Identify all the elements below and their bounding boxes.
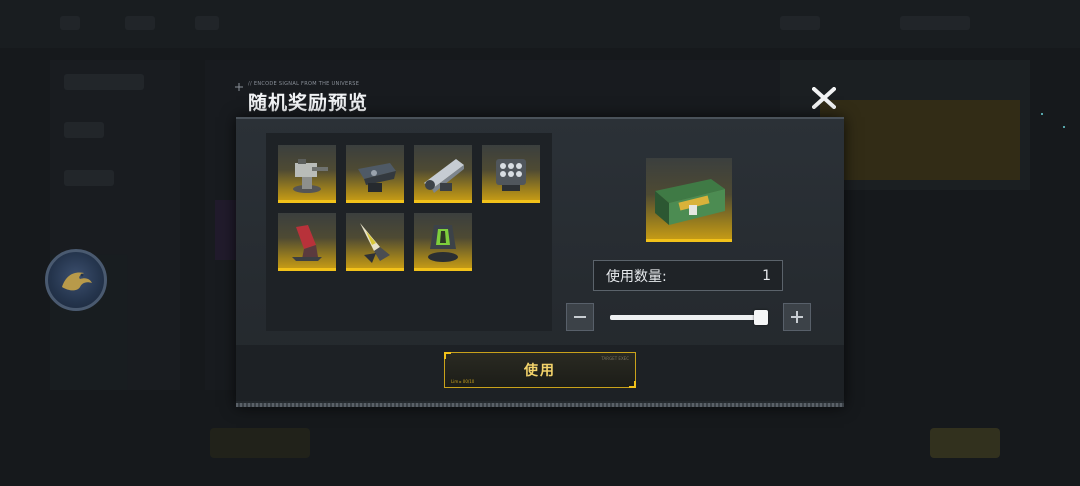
- quantity-label: 使用数量:: [606, 268, 667, 285]
- minus-icon: [574, 316, 586, 318]
- reward-slot-missile-launcher[interactable]: [482, 145, 540, 203]
- heavy-artillery-icon: [358, 163, 396, 192]
- background-top-bar: [0, 0, 1080, 48]
- supply-chest-item: [646, 158, 732, 242]
- use-button-label: 使用: [524, 363, 556, 379]
- close-x-icon: [812, 87, 836, 109]
- background-left-menu: [50, 60, 180, 390]
- plus-icon: [791, 311, 803, 323]
- close-button[interactable]: [808, 84, 840, 112]
- dialog-bottom-edge: [236, 403, 844, 407]
- reward-preview-dialog: 使用数量: 1 TARGET EXEC 使用 Lim ▸ 00/10: [236, 117, 844, 407]
- quantity-slider[interactable]: [610, 310, 768, 325]
- use-button-tag-left: Lim ▸ 00/10: [451, 379, 475, 384]
- supply-chest-icon: [655, 179, 725, 225]
- blade-drone-icon: [360, 223, 390, 263]
- reward-slot-green-core-module[interactable]: [414, 213, 472, 271]
- player-avatar-phoenix-icon[interactable]: [45, 249, 107, 311]
- increase-quantity-button[interactable]: [783, 303, 811, 331]
- green-core-module-icon: [428, 225, 458, 262]
- dialog-title: 随机奖励预览: [248, 92, 369, 114]
- quantity-slider-thumb[interactable]: [754, 310, 768, 325]
- use-button[interactable]: TARGET EXEC 使用 Lim ▸ 00/10: [444, 352, 636, 388]
- turret-cannon-icon: [293, 159, 328, 193]
- reward-slot-blade-drone[interactable]: [346, 213, 404, 271]
- quantity-value: 1: [762, 267, 771, 284]
- dialog-subtitle: // ENCODE SIGNAL FROM THE UNIVERSE: [248, 81, 360, 87]
- reward-slot-heavy-artillery[interactable]: [346, 145, 404, 203]
- reward-slot-railgun[interactable]: [414, 145, 472, 203]
- reward-list-panel: [266, 133, 552, 331]
- railgun-icon: [424, 159, 464, 193]
- reward-slot-red-crystal-module[interactable]: [278, 213, 336, 271]
- reward-slot-turret-cannon[interactable]: [278, 145, 336, 203]
- quantity-slider-fill: [610, 315, 768, 320]
- decrease-quantity-button[interactable]: [566, 303, 594, 331]
- red-crystal-module-icon: [292, 225, 322, 261]
- missile-launcher-icon: [496, 159, 526, 191]
- corner-marker-icon: [235, 83, 243, 91]
- quantity-display: 使用数量: 1: [593, 260, 783, 291]
- use-button-tag-right: TARGET EXEC: [601, 356, 629, 361]
